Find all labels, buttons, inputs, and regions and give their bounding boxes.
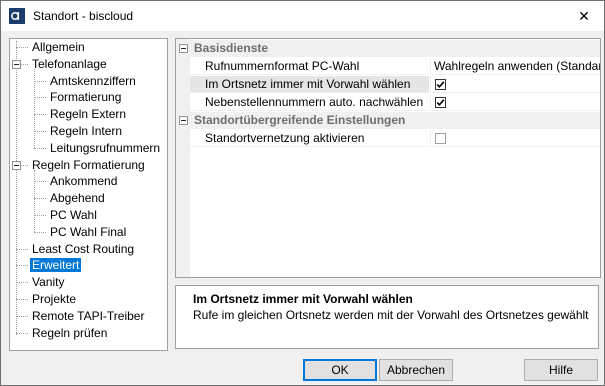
tree-item-label: Ankommend	[50, 174, 118, 189]
tree-item-label: Amtskennziffern	[50, 73, 136, 88]
checkbox-unchecked[interactable]	[435, 133, 446, 144]
description-panel: Im Ortsnetz immer mit Vorwahl wählen Ruf…	[175, 285, 599, 349]
tree-item-label: PC Wahl Final	[50, 224, 127, 239]
collapse-icon[interactable]	[12, 160, 21, 170]
tree-line	[34, 198, 46, 200]
help-button[interactable]: Hilfe	[524, 359, 598, 381]
grid-section-header[interactable]: Standortübergreifende Einstellungen	[176, 112, 600, 130]
tree-item-telefonanlage[interactable]: Telefonanlage	[30, 56, 109, 72]
tree-item-regeln-extern[interactable]: Regeln Extern	[48, 106, 128, 122]
check-icon	[436, 99, 445, 106]
property-name: Rufnummernformat PC-Wahl	[190, 58, 429, 75]
tree-item-ankommend[interactable]: Ankommend	[48, 173, 119, 189]
tree-item-label: PC Wahl	[50, 208, 97, 222]
tree-item-label: Regeln prüfen	[32, 325, 108, 340]
tree-item-vanity[interactable]: Vanity	[30, 274, 66, 290]
property-name: Standortvernetzung aktivieren	[190, 130, 429, 147]
tree-line	[16, 41, 17, 335]
tree-item-regeln-prüfen[interactable]: Regeln prüfen	[30, 325, 109, 341]
checkbox-checked[interactable]	[435, 79, 446, 90]
title-bar: Standort - biscloud ✕	[1, 1, 604, 31]
grid-row[interactable]: Standortvernetzung aktivieren	[176, 130, 600, 148]
app-icon	[9, 8, 25, 24]
navigation-tree[interactable]: Allgemein Telefonanlage Amtskennziffern For…	[9, 38, 168, 351]
grid-section-header[interactable]: Basisdienste	[176, 40, 600, 58]
tree-item-allgemein[interactable]: Allgemein	[30, 39, 87, 55]
cancel-button[interactable]: Abbrechen	[379, 359, 453, 381]
tree-item-label: Leitungsrufnummern	[50, 140, 161, 155]
tree-item-projekte[interactable]: Projekte	[30, 291, 78, 307]
tree-item-label: Erweitert	[30, 258, 82, 273]
collapse-icon[interactable]	[179, 116, 188, 125]
tree-item-label: Telefonanlage	[32, 56, 107, 71]
tree-item-erweitert[interactable]: Erweitert	[30, 257, 82, 273]
tree-line	[16, 332, 28, 334]
tree-line	[34, 231, 46, 233]
property-checkbox-cell[interactable]	[430, 94, 600, 111]
tree-line	[16, 248, 28, 250]
tree-item-regeln-intern[interactable]: Regeln Intern	[48, 123, 124, 139]
tree-line	[34, 80, 46, 82]
tree-item-least-cost-routing[interactable]: Least Cost Routing	[30, 241, 136, 257]
property-checkbox-cell[interactable]	[430, 76, 600, 93]
description-title: Im Ortsnetz immer mit Vorwahl wählen	[193, 292, 413, 306]
tree-item-label: Allgemein	[32, 40, 85, 54]
window-title: Standort - biscloud	[33, 9, 134, 23]
collapse-icon[interactable]	[179, 44, 188, 53]
tree-line	[34, 114, 46, 116]
tree-line	[16, 47, 28, 48]
close-icon: ✕	[578, 7, 590, 24]
tree-item-label: Vanity	[32, 275, 65, 290]
property-value[interactable]: Wahlregeln anwenden (Standar	[430, 58, 600, 75]
tree-item-formatierung[interactable]: Formatierung	[48, 89, 123, 105]
checkbox-checked[interactable]	[435, 97, 446, 108]
tree-line	[16, 315, 28, 317]
tree-line	[16, 265, 28, 267]
tree-line	[34, 68, 35, 148]
tree-line	[16, 282, 28, 284]
grid-row[interactable]: Im Ortsnetz immer mit Vorwahl wählen	[176, 76, 600, 94]
tree-item-label: Least Cost Routing	[32, 241, 135, 256]
description-text: Rufe im gleichen Ortsnetz werden mit der…	[193, 308, 589, 322]
grid-section-title: Basisdienste	[190, 40, 600, 57]
grid-row[interactable]: Nebenstellennummern auto. nachwählen	[176, 94, 600, 112]
tree-line	[34, 181, 46, 183]
check-icon	[436, 81, 445, 88]
collapse-icon[interactable]	[12, 59, 21, 69]
tree-item-pc-wahl-final[interactable]: PC Wahl Final	[48, 224, 128, 240]
tree-item-label: Remote TAPI-Treiber	[32, 308, 145, 323]
tree-line	[34, 169, 35, 232]
ok-button[interactable]: OK	[303, 359, 377, 381]
tree-item-abgehend[interactable]: Abgehend	[48, 190, 107, 206]
tree-item-amtskennziffern[interactable]: Amtskennziffern	[48, 73, 138, 89]
property-checkbox-cell[interactable]	[430, 130, 600, 147]
tree-item-label: Regeln Intern	[50, 124, 123, 138]
tree-item-leitungsrufnummern[interactable]: Leitungsrufnummern	[48, 140, 162, 156]
tree-item-label: Regeln Extern	[50, 107, 127, 122]
tree-line	[16, 299, 28, 300]
tree-item-label: Formatierung	[50, 90, 122, 105]
property-grid: Basisdienste Rufnummernformat PC-Wahl Wahl…	[175, 38, 601, 278]
grid-row[interactable]: Rufnummernformat PC-Wahl Wahlregeln anwen…	[176, 58, 600, 76]
tree-item-label: Abgehend	[50, 191, 105, 206]
tree-line	[34, 97, 46, 99]
close-button[interactable]: ✕	[564, 1, 604, 31]
tree-item-label: Projekte	[32, 292, 77, 306]
tree-item-regeln-formatierung[interactable]: Regeln Formatierung	[30, 157, 147, 173]
grid-section-title: Standortübergreifende Einstellungen	[190, 112, 600, 129]
tree-line	[34, 147, 46, 149]
tree-item-remote-tapi-treiber[interactable]: Remote TAPI-Treiber	[30, 308, 146, 324]
dialog-window: Standort - biscloud ✕ Allgemein Telefonan…	[0, 0, 605, 386]
property-name: Im Ortsnetz immer mit Vorwahl wählen	[190, 76, 429, 93]
tree-item-pc-wahl[interactable]: PC Wahl	[48, 207, 99, 223]
property-name: Nebenstellennummern auto. nachwählen	[190, 94, 429, 111]
tree-item-label: Regeln Formatierung	[32, 157, 145, 172]
tree-line	[34, 131, 46, 132]
tree-line	[34, 215, 46, 216]
